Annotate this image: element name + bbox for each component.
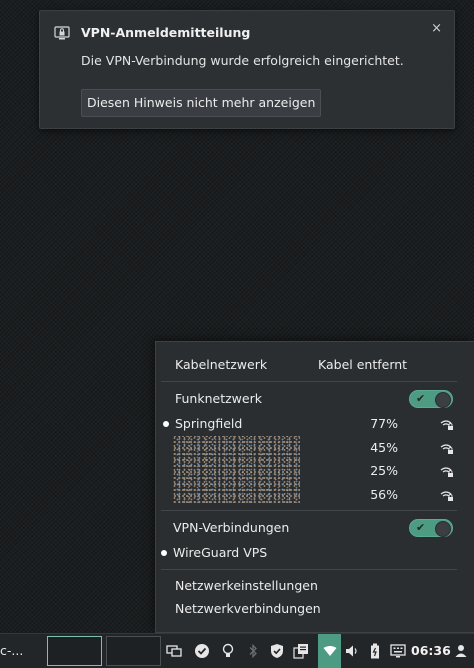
wifi-network-springfield[interactable]: Springfield: [175, 416, 242, 431]
vpn-wireguard-vps[interactable]: WireGuard VPS: [173, 545, 267, 560]
battery-icon[interactable]: [366, 634, 384, 668]
wired-network-label[interactable]: Kabelnetzwerk: [175, 357, 267, 372]
vpn-notification: VPN-Anmeldemitteilung × Die VPN-Verbindu…: [39, 10, 455, 129]
menu-separator: [161, 381, 457, 382]
network-wifi-icon[interactable]: [318, 634, 341, 668]
close-icon[interactable]: ×: [431, 21, 442, 36]
keyboard-icon[interactable]: [388, 634, 408, 668]
user-icon[interactable]: [452, 634, 470, 668]
wifi-signal-strength: 25%: [370, 463, 398, 478]
connected-indicator: [163, 421, 169, 427]
lock-screen-icon: [54, 26, 70, 40]
checkmark-circle-icon[interactable]: [192, 634, 212, 668]
vpn-toggle[interactable]: ✔: [409, 519, 453, 537]
wifi-signal-strength: 56%: [370, 487, 398, 502]
obscured-network-names: [172, 436, 300, 503]
wireless-network-label: Funknetzwerk: [175, 391, 262, 406]
vpn-connections-label: VPN-Verbindungen: [173, 520, 290, 535]
lightbulb-icon[interactable]: [218, 634, 238, 668]
wifi-lock-icon: [440, 420, 453, 430]
clipboard-icon[interactable]: [291, 634, 311, 668]
menu-separator: [161, 510, 457, 511]
wifi-lock-icon: [440, 491, 453, 501]
network-settings-item[interactable]: Netzwerkeinstellungen: [175, 578, 318, 593]
workspace-1[interactable]: [47, 636, 102, 666]
display-icon[interactable]: [164, 634, 184, 668]
wifi-signal-strength: 45%: [370, 440, 398, 455]
checkmark-icon: ✔: [416, 392, 426, 405]
wifi-lock-icon: [440, 467, 453, 477]
checkmark-icon: ✔: [416, 521, 426, 534]
wired-network-status: Kabel entfernt: [318, 357, 408, 372]
wifi-signal-strength: 77%: [370, 416, 398, 431]
bluetooth-icon[interactable]: [244, 634, 262, 668]
menu-separator: [161, 569, 457, 570]
notification-body: Die VPN-Verbindung wurde erfolgreich ein…: [81, 53, 404, 68]
vpn-active-indicator: [161, 550, 167, 556]
shield-check-icon[interactable]: [266, 634, 288, 668]
volume-icon[interactable]: [343, 634, 361, 668]
clock[interactable]: 06:36: [411, 643, 451, 658]
dont-show-again-button[interactable]: Diesen Hinweis nicht mehr anzeigen: [81, 89, 322, 117]
toggle-knob: [435, 392, 451, 408]
wifi-lock-icon: [440, 444, 453, 454]
task-button[interactable]: c-...: [0, 643, 23, 658]
network-connections-item[interactable]: Netzwerkverbindungen: [175, 601, 321, 616]
workspace-2[interactable]: [106, 636, 161, 666]
taskbar: c-... 06:36: [0, 633, 474, 668]
toggle-knob: [435, 521, 451, 537]
notification-title: VPN-Anmeldemitteilung: [81, 25, 251, 40]
wireless-toggle[interactable]: ✔: [409, 390, 453, 408]
